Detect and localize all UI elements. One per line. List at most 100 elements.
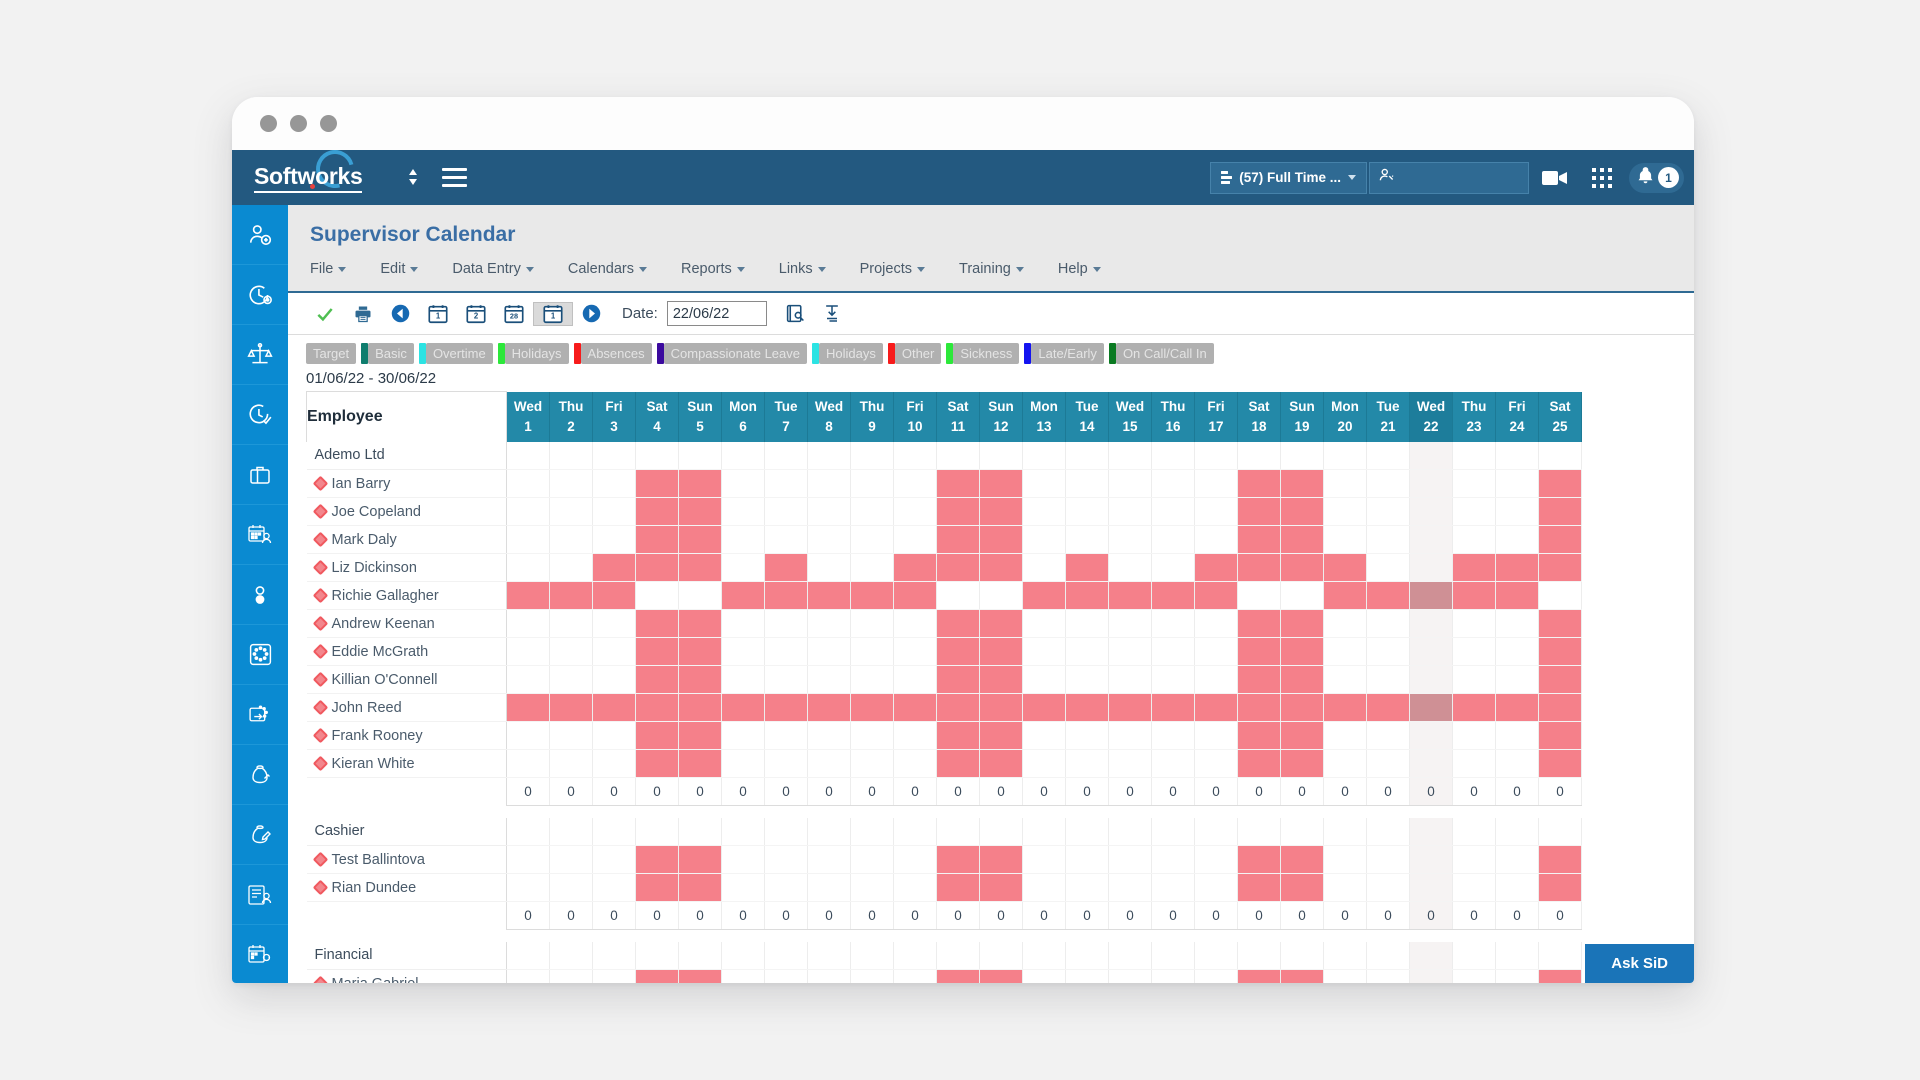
calendar-cell[interactable] — [1409, 845, 1453, 874]
calendar-cell[interactable] — [1151, 873, 1195, 902]
calendar-cell[interactable]: 0 — [1022, 901, 1066, 930]
calendar-cell[interactable] — [1538, 845, 1582, 874]
ask-sid-button[interactable]: Ask SiD — [1585, 944, 1694, 983]
employee-name-cell[interactable]: Liz Dickinson — [306, 553, 507, 582]
calendar-cell[interactable] — [1194, 581, 1238, 610]
calendar-cell[interactable]: 0 — [764, 777, 808, 806]
calendar-cell[interactable] — [1495, 637, 1539, 666]
calendar-cell[interactable] — [1409, 609, 1453, 638]
calendar-cell[interactable]: 0 — [1237, 777, 1281, 806]
calendar-cell[interactable] — [1022, 469, 1066, 498]
calendar-cell[interactable] — [1366, 637, 1410, 666]
legend-item-absences[interactable]: Absences — [573, 343, 652, 364]
legend-item-late-early[interactable]: Late/Early — [1024, 343, 1104, 364]
calendar-cell[interactable] — [592, 969, 636, 983]
calendar-cell[interactable] — [678, 969, 722, 983]
employee-row[interactable]: Test Ballintova — [306, 845, 1582, 874]
calendar-cell[interactable] — [678, 497, 722, 526]
calendar-cell[interactable] — [635, 749, 679, 778]
calendar-cell[interactable] — [1151, 969, 1195, 983]
day-header-5[interactable]: Sun 5 — [678, 391, 722, 442]
menu-edit[interactable]: Edit — [380, 261, 419, 277]
calendar-cell[interactable] — [678, 693, 722, 722]
calendar-cell[interactable] — [979, 637, 1023, 666]
calendar-cell[interactable] — [979, 721, 1023, 750]
calendar-cell[interactable] — [893, 469, 937, 498]
print-button[interactable] — [344, 304, 382, 324]
calendar-cell[interactable] — [1108, 497, 1152, 526]
calendar-cell[interactable] — [1194, 693, 1238, 722]
calendar-cell[interactable] — [1237, 581, 1281, 610]
legend-item-basic[interactable]: Basic — [361, 343, 414, 364]
day-header-13[interactable]: Mon 13 — [1022, 391, 1066, 442]
calendar-cell[interactable] — [893, 941, 937, 970]
calendar-cell[interactable] — [1108, 817, 1152, 846]
calendar-cell[interactable] — [1280, 845, 1324, 874]
day-header-4[interactable]: Sat 4 — [635, 391, 679, 442]
calendar-cell[interactable] — [1237, 845, 1281, 874]
calendar-cell[interactable] — [1022, 969, 1066, 983]
calendar-cell[interactable] — [979, 525, 1023, 554]
calendar-cell[interactable] — [721, 873, 765, 902]
calendar-cell[interactable] — [1409, 441, 1453, 470]
calendar-cell[interactable] — [1065, 525, 1109, 554]
calendar-cell[interactable] — [721, 721, 765, 750]
calendar-cell[interactable] — [979, 873, 1023, 902]
calendar-cell[interactable]: 0 — [1194, 901, 1238, 930]
calendar-cell[interactable] — [1538, 525, 1582, 554]
day-header-22[interactable]: Wed 22 — [1409, 391, 1453, 442]
calendar-cell[interactable] — [1108, 525, 1152, 554]
calendar-cell[interactable] — [893, 497, 937, 526]
sidebar-item-workflow[interactable] — [232, 685, 288, 745]
calendar-cell[interactable] — [721, 817, 765, 846]
calendar-cell[interactable] — [1280, 581, 1324, 610]
calendar-cell[interactable] — [893, 845, 937, 874]
calendar-cell[interactable] — [1366, 969, 1410, 983]
calendar-cell[interactable] — [592, 553, 636, 582]
calendar-cell[interactable] — [1194, 665, 1238, 694]
sidebar-item-payroll[interactable] — [232, 745, 288, 805]
calendar-cell[interactable] — [936, 525, 980, 554]
calendar-cell[interactable]: 0 — [635, 777, 679, 806]
calendar-cell[interactable] — [506, 497, 550, 526]
calendar-cell[interactable] — [549, 693, 593, 722]
calendar-cell[interactable] — [1280, 941, 1324, 970]
employee-row[interactable]: Richie Gallagher — [306, 581, 1582, 610]
calendar-cell[interactable] — [549, 525, 593, 554]
calendar-cell[interactable] — [1065, 817, 1109, 846]
calendar-cell[interactable] — [1237, 873, 1281, 902]
calendar-cell[interactable] — [1452, 969, 1496, 983]
calendar-cell[interactable] — [936, 693, 980, 722]
calendar-cell[interactable] — [592, 581, 636, 610]
calendar-cell[interactable] — [1280, 525, 1324, 554]
calendar-cell[interactable] — [549, 637, 593, 666]
employee-row[interactable]: Eddie McGrath — [306, 637, 1582, 666]
calendar-cell[interactable] — [1280, 817, 1324, 846]
calendar-cell[interactable] — [1538, 469, 1582, 498]
calendar-cell[interactable] — [506, 469, 550, 498]
calendar-cell[interactable] — [506, 721, 550, 750]
calendar-cell[interactable]: 0 — [549, 901, 593, 930]
calendar-cell[interactable] — [1151, 553, 1195, 582]
employee-name-cell[interactable]: Rian Dundee — [306, 873, 507, 902]
calendar-cell[interactable] — [1065, 873, 1109, 902]
day-header-18[interactable]: Sat 18 — [1237, 391, 1281, 442]
calendar-cell[interactable] — [1022, 665, 1066, 694]
calendar-cell[interactable] — [1194, 441, 1238, 470]
sidebar-item-absence[interactable] — [232, 445, 288, 505]
calendar-cell[interactable] — [549, 665, 593, 694]
calendar-cell[interactable]: 0 — [1409, 777, 1453, 806]
calendar-cell[interactable] — [764, 637, 808, 666]
calendar-cell[interactable] — [678, 525, 722, 554]
menu-help[interactable]: Help — [1058, 261, 1101, 277]
calendar-cell[interactable]: 0 — [807, 777, 851, 806]
calendar-cell[interactable] — [1538, 721, 1582, 750]
calendar-cell[interactable] — [1108, 609, 1152, 638]
sort-icon[interactable] — [408, 168, 418, 188]
calendar-cell[interactable] — [1323, 441, 1367, 470]
confirm-button[interactable] — [306, 304, 344, 324]
calendar-cell[interactable] — [1366, 873, 1410, 902]
calendar-cell[interactable] — [807, 581, 851, 610]
calendar-cell[interactable] — [1194, 721, 1238, 750]
calendar-cell[interactable] — [1538, 441, 1582, 470]
